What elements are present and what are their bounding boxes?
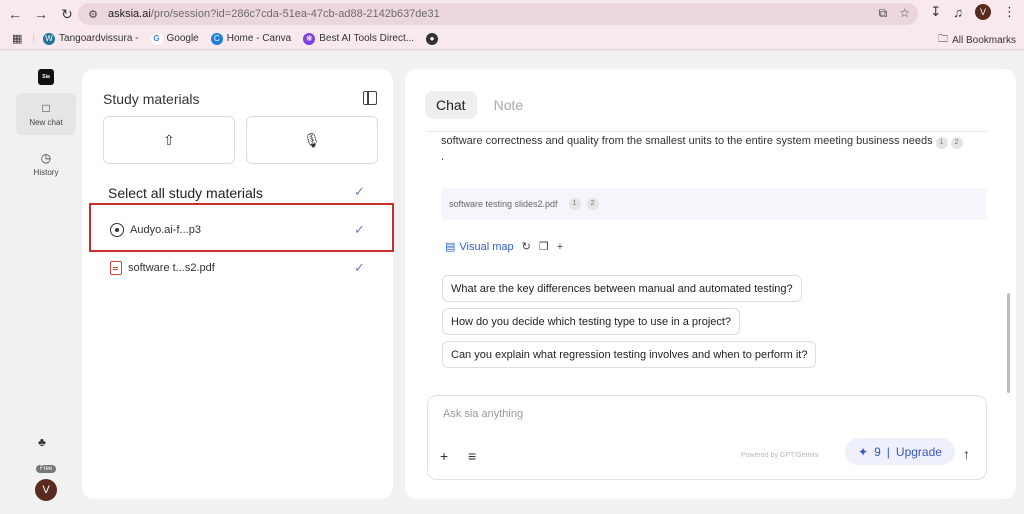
pdf-icon — [110, 261, 122, 275]
upload-icon: ⇧ — [163, 131, 175, 148]
apps-icon[interactable]: ▦ — [12, 32, 22, 45]
selection-highlight — [89, 203, 394, 252]
record-button[interactable]: 🎙 — [246, 116, 378, 164]
citation-badge[interactable]: 1 — [935, 137, 948, 149]
microphone-icon: 🎙 — [303, 131, 321, 148]
copy-icon[interactable]: ❐ — [539, 240, 549, 253]
history-icon: ◷ — [40, 151, 52, 165]
study-item[interactable]: software t...s2.pdf — [110, 261, 215, 275]
tab-chat[interactable]: Chat — [425, 91, 477, 119]
chat-composer: Ask sia anything + ≡ Powered by GPT/Gemi… — [427, 395, 987, 480]
google-icon: G — [150, 32, 163, 45]
powered-by: Powered by GPT/Gemini — [741, 452, 819, 459]
suggestion-chip[interactable]: Can you explain what regression testing … — [442, 341, 817, 368]
tab-note[interactable]: Note — [483, 91, 535, 119]
upgrade-button[interactable]: ✦ 9 | Upgrade — [845, 438, 955, 465]
site-info-icon[interactable]: ⚙ — [86, 7, 100, 21]
ai-tools-icon: ❋ — [303, 32, 316, 45]
profile-avatar[interactable]: V — [975, 4, 991, 20]
user-avatar[interactable]: V — [35, 479, 57, 501]
app-area: Sia □ New chat ◷ History ♣ Free V Study … — [0, 51, 1024, 514]
answer-text: software correctness and quality from th… — [441, 135, 981, 165]
bookmarks-bar: ▦ | W Tangoardvissura - G Google C Home - C… — [0, 28, 1024, 50]
citation-badge[interactable]: 1 — [568, 198, 581, 210]
plan-badge: Free — [36, 465, 57, 473]
back-icon[interactable]: ← — [4, 3, 26, 25]
folder-icon: 🗀 — [938, 34, 949, 45]
citation-badge[interactable]: 2 — [586, 198, 599, 210]
sidebar-toggle-icon[interactable] — [363, 91, 377, 105]
url-text: asksia.ai/pro/session?id=286c7cda-51ea-4… — [108, 8, 440, 20]
star-icon[interactable]: ☆ — [899, 6, 910, 21]
address-bar[interactable]: ⚙ asksia.ai/pro/session?id=286c7cda-51ea… — [78, 3, 918, 25]
suggestion-chip[interactable]: What are the key differences between man… — [442, 275, 802, 302]
history-button[interactable]: ◷ History — [16, 143, 76, 185]
settings-sliders-icon[interactable]: ≡ — [468, 448, 476, 464]
answer-actions: ▤ Visual map ↻ ❐ + — [445, 240, 563, 254]
all-bookmarks[interactable]: 🗀 All Bookmarks — [938, 32, 1016, 49]
add-icon[interactable]: + — [440, 448, 448, 464]
chat-bubble-icon: □ — [42, 101, 50, 115]
bookmark-item[interactable]: G Google — [150, 32, 199, 45]
chat-panel: Chat Note software correctness and quali… — [405, 69, 1016, 499]
bookmark-item[interactable]: W Tangoardvissura - — [43, 32, 139, 45]
sia-logo[interactable]: Sia — [38, 69, 54, 85]
canva-icon: C — [210, 32, 223, 45]
upload-button[interactable]: ⇧ — [103, 116, 235, 164]
panel-title: Study materials — [103, 91, 200, 107]
wordpress-icon: W — [43, 32, 56, 45]
browser-toolbar: ← → ↻ ⚙ asksia.ai/pro/session?id=286c7cd… — [0, 0, 1024, 28]
check-icon[interactable]: ✓ — [354, 184, 365, 200]
bell-icon[interactable]: ♣ — [38, 435, 46, 449]
media-icon[interactable]: ♫ — [953, 5, 963, 20]
send-icon[interactable]: ↑ — [963, 446, 970, 462]
divider — [427, 131, 987, 132]
left-rail: Sia □ New chat ◷ History ♣ Free V — [0, 51, 80, 514]
visual-map-button[interactable]: ▤ Visual map — [445, 240, 514, 254]
globe-icon: ● — [426, 32, 439, 45]
bookmark-item[interactable]: ❋ Best AI Tools Direct... — [303, 32, 414, 45]
plus-icon[interactable]: + — [557, 241, 563, 253]
reload-icon[interactable]: ↻ — [56, 3, 78, 25]
sparkle-icon: ✦ — [858, 444, 869, 459]
regenerate-icon[interactable]: ↻ — [522, 240, 531, 253]
forward-icon[interactable]: → — [30, 3, 52, 25]
select-all-label[interactable]: Select all study materials — [108, 185, 263, 201]
bookmark-item[interactable]: C Home - Canva — [210, 32, 291, 45]
check-icon[interactable]: ✓ — [354, 260, 365, 276]
citation-badge[interactable]: 2 — [950, 137, 963, 149]
study-materials-panel: Study materials ⇧ 🎙 Select all study mat… — [82, 69, 393, 499]
tab-bar: Chat Note — [425, 91, 534, 119]
suggestion-chip[interactable]: How do you decide which testing type to … — [442, 308, 741, 335]
new-chat-button[interactable]: □ New chat — [16, 93, 76, 135]
install-icon[interactable]: ⧉ — [879, 6, 888, 21]
source-chip[interactable]: software testing slides2.pdf 1 2 — [441, 188, 986, 220]
download-icon[interactable]: ↧ — [930, 4, 941, 20]
chat-input[interactable]: Ask sia anything — [443, 408, 523, 420]
scrollbar[interactable] — [1007, 293, 1010, 393]
chart-icon: ▤ — [445, 241, 456, 253]
credit-count: 9 — [874, 444, 881, 459]
bookmark-item[interactable]: ● — [426, 32, 439, 45]
menu-icon[interactable]: ⋮ — [1003, 4, 1016, 20]
